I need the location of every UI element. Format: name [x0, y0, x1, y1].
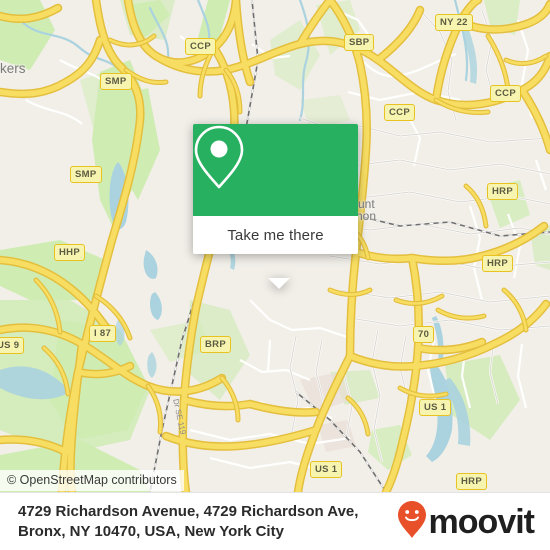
place-label: non [356, 209, 377, 223]
road-shield[interactable]: NY 22 [435, 14, 473, 31]
moovit-brand[interactable]: moovit [397, 500, 550, 545]
road-shield[interactable]: BRP [200, 336, 231, 353]
address-line-2: Bronx, NY 10470, USA, New York City [18, 523, 284, 540]
road-shield[interactable]: 70 [413, 326, 435, 343]
road-shield[interactable]: HHP [54, 244, 85, 261]
road-shield[interactable]: HRP [482, 255, 513, 272]
road-shield[interactable]: US 1 [419, 399, 452, 416]
moovit-smiley-pin-icon [397, 500, 427, 545]
popup-header [193, 124, 358, 216]
place-label: kers [0, 61, 26, 76]
road-shield[interactable]: CCP [490, 85, 521, 102]
popup-body[interactable]: Take me there [193, 216, 358, 254]
address-line-1: 4729 Richardson Avenue, 4729 Richardson … [18, 503, 359, 520]
road-shield[interactable]: HRP [456, 473, 487, 490]
road-shield[interactable]: I 87 [89, 325, 117, 342]
location-popup-card[interactable]: Take me there [193, 124, 358, 289]
map-canvas[interactable]: kers unt non Dr SE 119 CCP SBP NY 22 SMP… [0, 0, 550, 492]
osm-attribution[interactable]: © OpenStreetMap contributors [0, 470, 184, 491]
road-shield[interactable]: US 1 [310, 461, 343, 478]
address-text: 4729 Richardson Avenue, 4729 Richardson … [0, 502, 397, 542]
road-shield[interactable]: SMP [70, 166, 102, 183]
moovit-wordmark: moovit [428, 503, 535, 541]
take-me-there-label: Take me there [227, 226, 324, 244]
road-shield[interactable]: US 9 [0, 337, 25, 354]
road-shield[interactable]: SMP [100, 73, 132, 90]
road-shield[interactable]: HRP [487, 183, 518, 200]
road-shield[interactable]: SBP [344, 34, 375, 51]
footer-bar: 4729 Richardson Avenue, 4729 Richardson … [0, 492, 550, 550]
popup-pointer-tail [268, 278, 290, 289]
map-screen: kers unt non Dr SE 119 CCP SBP NY 22 SMP… [0, 0, 550, 550]
road-shield[interactable]: CCP [185, 38, 216, 55]
road-shield[interactable]: CCP [384, 104, 415, 121]
